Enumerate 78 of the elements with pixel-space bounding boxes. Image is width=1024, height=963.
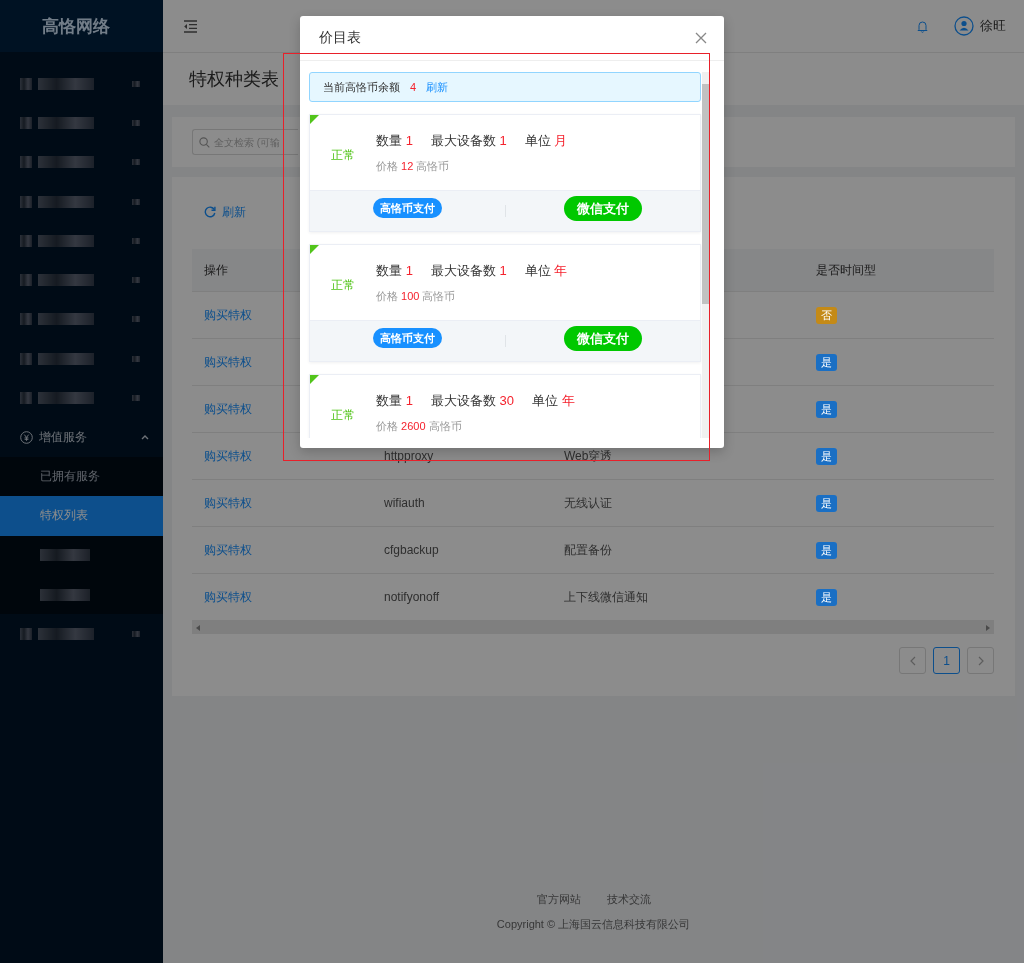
menu-collapse-icon[interactable]	[183, 19, 198, 33]
yen-coin-icon	[20, 430, 33, 444]
page-button[interactable]: 1	[933, 647, 960, 674]
table-cell: 上下线微信通知	[564, 589, 648, 604]
left-arrow-icon[interactable]	[196, 624, 200, 631]
time-type-tag: 是	[816, 588, 837, 606]
horizontal-scrollbar[interactable]	[192, 621, 994, 634]
corner-flag-icon	[310, 375, 319, 384]
table-cell: wifiauth	[384, 496, 425, 510]
sidebar-group[interactable]: 增值服务	[0, 417, 163, 457]
time-type-tag: 是	[816, 447, 837, 465]
table-cell: 无线认证	[564, 495, 612, 510]
copyright-text: Copyright © 上海国云信息科技有限公司	[496, 917, 691, 932]
buy-privilege-link[interactable]: 购买特权	[204, 542, 252, 557]
field-text: 最大设备数 1	[430, 131, 507, 150]
refresh-button[interactable]: 刷新	[192, 197, 258, 227]
user-name[interactable]: 徐旺	[980, 17, 1006, 35]
corner-flag-icon	[310, 115, 319, 124]
scrollbar-thumb[interactable]	[702, 84, 710, 304]
table-cell: 配置备份	[564, 542, 612, 557]
status-text: 正常	[330, 407, 356, 424]
time-type-tag: 否	[816, 306, 837, 324]
field-text: 数量 1	[376, 131, 413, 150]
status-text: 正常	[330, 147, 356, 164]
refresh-icon	[204, 206, 216, 218]
footer-link[interactable]: 技术交流	[606, 892, 651, 907]
previous-page-button[interactable]	[899, 647, 926, 674]
coin-pay-button[interactable]: 高恪币支付	[372, 328, 442, 348]
field-text: 数量 1	[376, 261, 413, 280]
price-text: 价格 100 高恪币	[376, 288, 457, 304]
balance-value: 4	[410, 81, 417, 93]
column-title: 是否时间型	[816, 262, 876, 277]
corner-flag-icon	[310, 245, 319, 254]
field-text: 数量 1	[376, 391, 413, 410]
buy-privilege-link[interactable]: 购买特权	[204, 401, 252, 416]
column-title: 操作	[204, 262, 228, 277]
next-page-button[interactable]	[967, 647, 994, 674]
avatar-icon[interactable]	[954, 16, 974, 36]
coin-pay-button[interactable]: 高恪币支付	[372, 198, 442, 218]
buy-privilege-link[interactable]: 购买特权	[204, 589, 252, 604]
field-text: 最大设备数 1	[430, 261, 507, 280]
price-text: 价格 2600 高恪币	[376, 418, 463, 434]
close-button[interactable]	[694, 31, 708, 45]
table-cell: httpproxy	[384, 449, 434, 463]
time-type-tag: 是	[816, 400, 837, 418]
caret-icon	[141, 434, 149, 441]
page-title: 特权种类表	[189, 68, 279, 91]
sidebar-item[interactable]: 特权列表	[0, 496, 163, 536]
buy-privilege-link[interactable]: 购买特权	[204, 354, 252, 369]
wechat-pay-button[interactable]: 微信支付	[563, 196, 642, 221]
table-cell: notifyonoff	[384, 590, 440, 604]
time-type-tag: 是	[816, 494, 837, 512]
search-icon	[199, 137, 210, 148]
right-arrow-icon[interactable]	[986, 624, 990, 631]
field-text: 最大设备数 30	[430, 391, 514, 410]
refresh-link[interactable]: 刷新	[426, 79, 449, 95]
close-icon	[694, 31, 708, 45]
chevron-left-icon	[909, 655, 916, 666]
modal-title: 价目表	[319, 29, 362, 47]
buy-privilege-link[interactable]: 购买特权	[204, 307, 252, 322]
buy-privilege-link[interactable]: 购买特权	[204, 448, 252, 463]
status-text: 正常	[330, 277, 356, 294]
logo-text: 高恪网络	[41, 15, 111, 38]
table-cell: cfgbackup	[384, 543, 439, 557]
field-text: 单位 年	[531, 391, 575, 410]
chevron-right-icon	[977, 655, 984, 666]
bell-icon[interactable]	[917, 19, 928, 33]
sidebar-item[interactable]: 已拥有服务	[0, 456, 163, 497]
time-type-tag: 是	[816, 541, 837, 559]
price-text: 价格 12 高恪币	[376, 158, 451, 174]
vertical-scrollbar[interactable]	[702, 72, 710, 438]
wechat-pay-button[interactable]: 微信支付	[563, 326, 642, 351]
footer-link[interactable]: 官方网站	[536, 892, 581, 907]
buy-privilege-link[interactable]: 购买特权	[204, 495, 252, 510]
field-text: 单位 年	[524, 261, 568, 280]
balance-label: 当前高恪币余额	[323, 79, 400, 95]
time-type-tag: 是	[816, 353, 837, 371]
field-text: 单位 月	[524, 131, 568, 150]
